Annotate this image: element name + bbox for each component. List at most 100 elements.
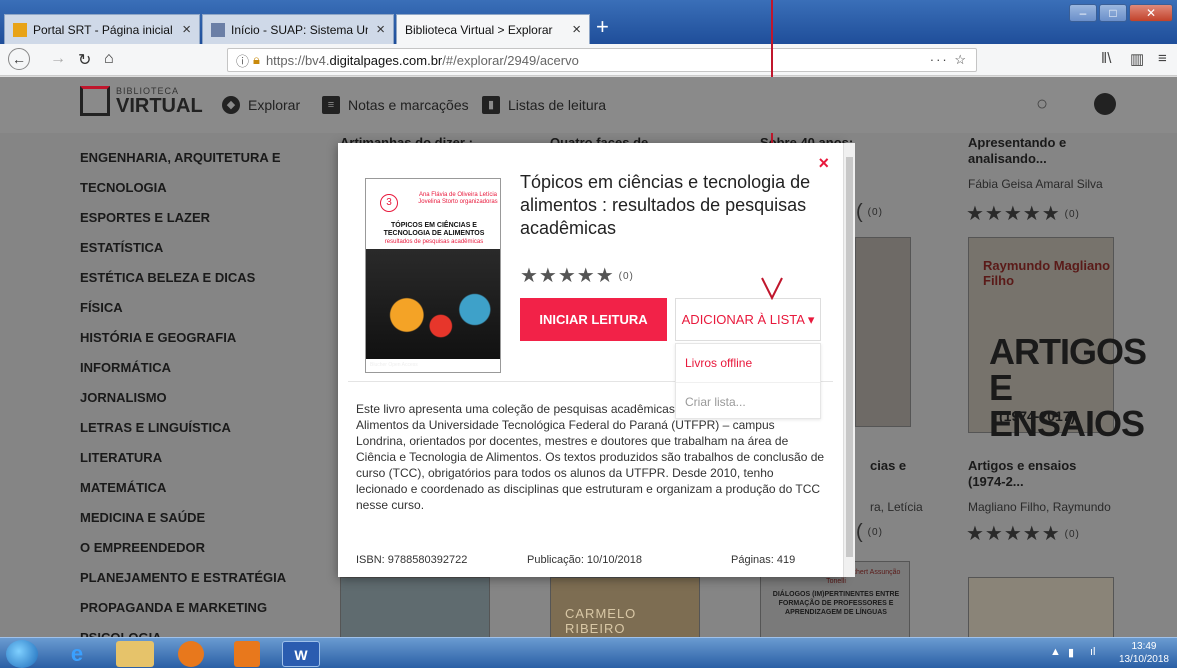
category-item[interactable]: ESTÉTICA BELEZA E DICAS <box>80 263 286 293</box>
scrollbar-thumb[interactable] <box>846 157 853 557</box>
category-item[interactable]: LITERATURA <box>80 443 286 473</box>
book-cover[interactable] <box>855 237 911 427</box>
tab-biblioteca-virtual[interactable]: Biblioteca Virtual > Explorar × <box>396 14 590 44</box>
tab-portal-srt[interactable]: Portal SRT - Página inicial × <box>4 14 200 44</box>
rating-stars: ((0) <box>856 521 883 543</box>
cover-title: TÓPICOS EM CIÊNCIAS E TECNOLOGIA DE ALIM… <box>374 222 494 246</box>
start-button[interactable] <box>6 640 38 668</box>
book-publication-date: Publicação: 10/10/2018 <box>527 554 642 566</box>
rating-stars[interactable]: ★★★★★ (0) <box>520 263 634 288</box>
cover-author: Raymundo Magliano Filho <box>983 258 1111 288</box>
maximize-icon[interactable]: □ <box>1099 4 1127 22</box>
cover-title-main: TÓPICOS EM CIÊNCIAS E TECNOLOGIA DE ALIM… <box>383 222 485 237</box>
clock[interactable]: 13:49 13/10/2018 <box>1119 640 1169 666</box>
book-title[interactable]: Artigos e ensaios (1974-2... <box>968 458 1098 490</box>
cover-title: DIÁLOGOS (IM)PERTINENTES ENTRE FORMAÇÃO … <box>772 591 900 616</box>
info-icon[interactable]: ⓘ <box>236 51 249 70</box>
user-avatar-icon[interactable] <box>1094 93 1116 115</box>
clock-date: 13/10/2018 <box>1118 654 1169 665</box>
cover-text: CARMELO RIBEIRO <box>565 606 637 636</box>
home-icon[interactable]: ⌂ <box>104 50 114 68</box>
nav-listas[interactable]: ▮ Listas de leitura <box>482 96 606 114</box>
close-tab-icon[interactable]: × <box>182 21 191 38</box>
tab-label: Início - SUAP: Sistema Unificad <box>231 22 368 37</box>
nav-label: Notas e marcações <box>348 97 469 113</box>
search-icon[interactable]: ○ <box>1036 93 1048 116</box>
new-tab-button[interactable]: + <box>596 15 609 39</box>
reload-icon[interactable]: ↻ <box>78 50 91 70</box>
window-controls: – □ ✕ <box>1067 4 1173 22</box>
close-tab-icon[interactable]: × <box>572 21 581 38</box>
back-arrow-icon[interactable]: ← <box>8 48 30 70</box>
category-item[interactable]: FÍSICA <box>80 293 286 323</box>
category-item[interactable]: JORNALISMO <box>80 383 286 413</box>
rating-count: (0) <box>867 207 883 219</box>
word-icon[interactable]: W <box>282 641 320 667</box>
library-icon[interactable]: ‖\ <box>1101 50 1111 67</box>
firefox-icon[interactable] <box>178 641 204 667</box>
nav-label: Listas de leitura <box>508 97 607 113</box>
dropdown-item-livros-offline[interactable]: Livros offline <box>676 344 820 382</box>
file-explorer-icon[interactable] <box>116 641 154 667</box>
nav-label: Explorar <box>248 97 301 113</box>
compass-icon: ◆ <box>222 96 240 114</box>
category-item[interactable]: MATEMÁTICA <box>80 473 286 503</box>
page-actions-icon[interactable]: ··· ☆ <box>930 52 968 68</box>
bookmark-icon: ▮ <box>482 96 500 114</box>
category-item[interactable]: INFORMÁTICA <box>80 353 286 383</box>
internet-explorer-icon[interactable]: e <box>58 641 96 667</box>
category-item[interactable]: PSICOLOGIA <box>80 623 286 637</box>
book-cover-artigos[interactable]: Raymundo Magliano Filho ARTIGOS E ENSAIO… <box>968 237 1147 442</box>
network-icon[interactable]: ▮ <box>1068 646 1074 659</box>
lock-icon[interactable]: 🔒︎ <box>253 52 260 68</box>
adicionar-lista-button[interactable]: ADICIONAR À LISTA ▾ <box>675 298 821 341</box>
category-item[interactable]: MEDICINA E SAÚDE <box>80 503 286 533</box>
sidebar-icon[interactable]: ▥ <box>1130 50 1144 68</box>
url-path: /#/explorar/2949/acervo <box>442 52 579 68</box>
modal-book-title: Tópicos em ciências e tecnologia de alim… <box>520 172 811 238</box>
menu-icon[interactable]: ≡ <box>1158 50 1167 67</box>
category-item[interactable]: LETRAS E LINGUÍSTICA <box>80 413 286 443</box>
url-prefix: https://bv4. <box>265 52 330 68</box>
tray-arrow-icon[interactable]: ▲ <box>1050 646 1061 658</box>
category-item[interactable]: TECNOLOGIA <box>80 173 286 203</box>
book-title[interactable]: Apresentando e analisando... <box>968 135 1098 167</box>
media-player-icon[interactable] <box>234 641 260 667</box>
volume-icon[interactable]: ıl <box>1090 646 1096 658</box>
browser-tab-bar: Portal SRT - Página inicial × Início - S… <box>0 0 1177 44</box>
logo-big-text: VIRTUAL <box>116 95 203 117</box>
category-item[interactable]: ESPORTES E LAZER <box>80 203 286 233</box>
category-item[interactable]: O EMPREENDEDOR <box>80 533 286 563</box>
lab-glassware-image <box>366 249 500 359</box>
rating-count: (0) <box>618 271 634 283</box>
category-item[interactable]: PROPAGANDA E MARKETING <box>80 593 286 623</box>
url-bar[interactable]: ⓘ 🔒︎ https://bv4. digitalpages.com.br/#/e… <box>227 48 977 72</box>
biblioteca-virtual-logo[interactable]: BIBLIOTECA VIRTUAL <box>80 86 203 116</box>
book-cover[interactable]: CARMELO RIBEIRO <box>550 577 700 637</box>
category-item[interactable]: ESTATÍSTICA <box>80 233 286 263</box>
book-cover[interactable] <box>968 577 1114 637</box>
close-tab-icon[interactable]: × <box>376 21 385 38</box>
tab-suap[interactable]: Início - SUAP: Sistema Unificad × <box>202 14 394 44</box>
category-item[interactable]: PLANEJAMENTO E ESTRATÉGIA <box>80 563 286 593</box>
browser-nav-bar: ← → ↻ ⌂ ⓘ 🔒︎ https://bv4. digitalpages.co… <box>0 44 1177 76</box>
rating-count: (0) <box>867 527 883 539</box>
category-item[interactable]: HISTÓRIA E GEOGRAFIA <box>80 323 286 353</box>
iniciar-leitura-button[interactable]: INICIAR LEITURA <box>520 298 667 341</box>
rating-stars: ★★★★★ (0) <box>966 523 1080 545</box>
modal-scrollbar[interactable] <box>843 143 855 577</box>
tab-label: Portal SRT - Página inicial <box>33 22 173 37</box>
nav-notas[interactable]: ≡ Notas e marcações <box>322 96 469 114</box>
rating-count: (0) <box>1064 209 1080 221</box>
book-author: Magliano Filho, Raymundo <box>968 500 1111 514</box>
book-title-fragment[interactable]: cias e <box>870 458 906 474</box>
minimize-icon[interactable]: – <box>1069 4 1097 22</box>
forward-arrow-icon[interactable]: → <box>50 50 66 68</box>
category-item[interactable]: ENGENHARIA, ARQUITETURA E <box>80 143 286 173</box>
close-window-icon[interactable]: ✕ <box>1129 4 1173 22</box>
dropdown-item-criar-lista[interactable]: Criar lista... <box>676 382 820 420</box>
book-author: Fábia Geisa Amaral Silva <box>968 177 1103 191</box>
nav-explorar[interactable]: ◆ Explorar <box>222 96 300 114</box>
close-icon[interactable]: × <box>818 153 829 174</box>
book-cover[interactable] <box>340 577 490 637</box>
